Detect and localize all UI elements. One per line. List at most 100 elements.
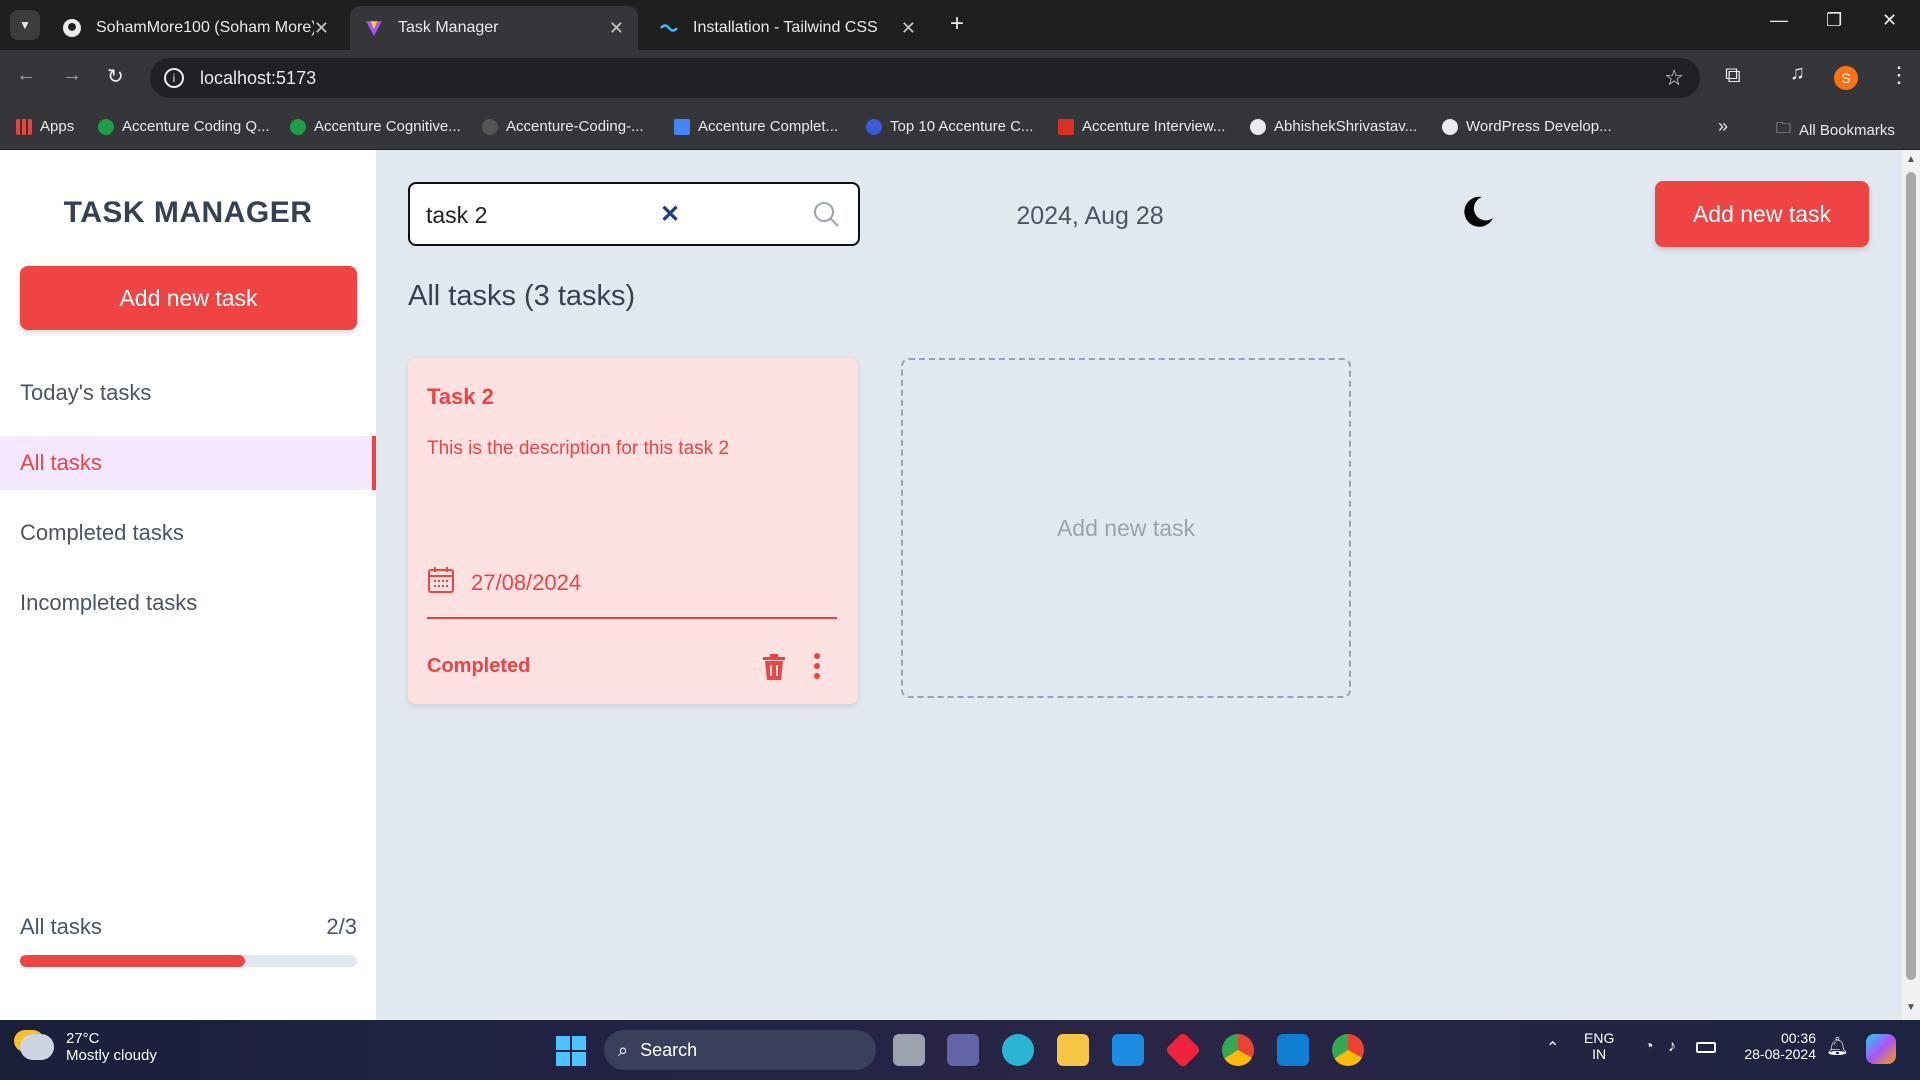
- menu-icon[interactable]: ⋮: [1888, 62, 1910, 88]
- task-date: 27/08/2024: [427, 566, 581, 600]
- battery-icon[interactable]: [1696, 1042, 1716, 1053]
- search-box[interactable]: task 2 ✕: [408, 182, 860, 246]
- docs-icon: [674, 118, 690, 135]
- task-status[interactable]: Completed: [427, 655, 530, 678]
- progress-bar: [20, 955, 357, 967]
- chrome-profile-icon[interactable]: [1332, 1034, 1364, 1066]
- more-options-icon[interactable]: [813, 651, 821, 686]
- browser-tab-strip: ▼ SohamMore100 (Soham More) ✕ Task Manag…: [0, 0, 1920, 50]
- add-task-button-header[interactable]: Add new task: [1655, 181, 1869, 247]
- nav-all-tasks[interactable]: All tasks: [0, 436, 376, 490]
- app-title: TASK MANAGER: [63, 196, 313, 229]
- divider: [427, 617, 837, 619]
- add-task-button-sidebar[interactable]: Add new task: [20, 266, 357, 330]
- scroll-up-icon[interactable]: ▲: [1906, 154, 1916, 165]
- page-scrollbar[interactable]: ▲ ▼: [1902, 150, 1920, 1020]
- bookmark-item[interactable]: Accenture Cognitive...: [290, 118, 461, 135]
- close-icon[interactable]: ✕: [314, 18, 329, 39]
- bookmark-item[interactable]: Accenture-Coding-...: [482, 118, 644, 135]
- bookmark-item[interactable]: WordPress Develop...: [1442, 118, 1612, 135]
- reload-icon[interactable]: ↻: [107, 64, 124, 89]
- trash-icon[interactable]: [762, 653, 786, 686]
- edge-icon[interactable]: [1002, 1034, 1034, 1066]
- chevron-up-icon[interactable]: ⌃: [1546, 1038, 1559, 1058]
- nav-completed-tasks[interactable]: Completed tasks: [0, 506, 376, 560]
- more-bookmarks-icon[interactable]: »: [1718, 116, 1728, 137]
- add-new-task-card[interactable]: Add new task: [901, 358, 1351, 698]
- tailwind-icon: [659, 18, 679, 38]
- search-icon[interactable]: [812, 200, 840, 233]
- calendar-icon: [427, 566, 455, 600]
- windows-start-icon[interactable]: [556, 1036, 586, 1071]
- tab-title: SohamMore100 (Soham More): [96, 19, 314, 36]
- page-heading: All tasks (3 tasks): [408, 280, 636, 312]
- tab-search-button[interactable]: ▼: [10, 10, 40, 40]
- bookmark-item[interactable]: Accenture Complet...: [674, 118, 838, 135]
- tab-task-manager[interactable]: Task Manager ✕: [350, 6, 638, 50]
- github-icon: [1250, 118, 1266, 135]
- bookmarks-bar: Apps Accenture Coding Q... Accenture Cog…: [0, 106, 1920, 150]
- vscode-icon[interactable]: [1277, 1034, 1309, 1066]
- site-info-icon[interactable]: i: [164, 68, 184, 88]
- teams-icon[interactable]: [947, 1034, 979, 1066]
- bookmark-item[interactable]: Accenture Interview...: [1058, 118, 1225, 135]
- close-icon[interactable]: ✕: [901, 18, 916, 39]
- language-indicator[interactable]: ENG IN: [1584, 1030, 1614, 1062]
- task-card[interactable]: Task 2 This is the description for this …: [408, 358, 858, 704]
- clear-search-icon[interactable]: ✕: [660, 200, 680, 229]
- tab-github[interactable]: SohamMore100 (Soham More) ✕: [48, 6, 343, 50]
- task-view-icon[interactable]: [893, 1034, 925, 1066]
- bookmark-favicon: [866, 118, 882, 135]
- profile-avatar[interactable]: S: [1834, 66, 1858, 90]
- progress-fill: [20, 955, 245, 967]
- wifi-icon[interactable]: ◔: [1644, 1038, 1654, 1056]
- copilot-icon[interactable]: [1866, 1034, 1896, 1064]
- bookmark-item[interactable]: AbhishekShrivastav...: [1250, 118, 1417, 135]
- scroll-down-icon[interactable]: ▼: [1906, 1002, 1916, 1013]
- close-icon[interactable]: ✕: [609, 18, 624, 39]
- bookmark-favicon: [1442, 118, 1458, 135]
- taskbar-search[interactable]: ⌕ Search: [604, 1030, 876, 1070]
- clock[interactable]: 00:36 28-08-2024: [1732, 1030, 1816, 1062]
- close-window-button[interactable]: ✕: [1882, 10, 1897, 31]
- apps-grid-icon: [16, 118, 32, 135]
- extensions-icon[interactable]: ⧉: [1725, 62, 1741, 88]
- url-text: localhost:5173: [200, 67, 317, 88]
- chrome-icon[interactable]: [1222, 1034, 1254, 1066]
- bookmark-item[interactable]: Accenture Coding Q...: [98, 118, 270, 135]
- media-icon[interactable]: ♫: [1790, 62, 1805, 85]
- nav-today-tasks[interactable]: Today's tasks: [0, 366, 376, 420]
- nav-incompleted-tasks[interactable]: Incompleted tasks: [0, 576, 376, 630]
- tab-title: Installation - Tailwind CSS: [693, 19, 878, 36]
- browser-toolbar: ← → ↻ i localhost:5173 ☆ ⧉ ♫ S ⋮: [0, 50, 1920, 106]
- search-input[interactable]: task 2: [426, 202, 487, 229]
- address-bar[interactable]: i localhost:5173 ☆: [150, 58, 1700, 98]
- new-tab-button[interactable]: +: [950, 10, 964, 38]
- bookmark-item[interactable]: Top 10 Accenture C...: [866, 118, 1033, 135]
- task-title: Task 2: [427, 384, 494, 409]
- mail-icon[interactable]: [1112, 1034, 1144, 1066]
- moon-icon[interactable]: [1460, 194, 1496, 235]
- cloud-sun-icon: [20, 1034, 54, 1060]
- bookmark-item[interactable]: Apps: [16, 118, 74, 135]
- folder-icon: 🗀: [1776, 120, 1792, 137]
- weather-widget[interactable]: 27°C Mostly cloudy: [20, 1030, 157, 1064]
- notification-bell-icon[interactable]: 🔔︎: [1826, 1036, 1849, 1057]
- windows-taskbar: 27°C Mostly cloudy ⌕ Search ⌃ ENG IN ◔ ♪…: [0, 1020, 1920, 1080]
- bookmark-favicon: [98, 118, 114, 135]
- file-explorer-icon[interactable]: [1057, 1034, 1089, 1066]
- tab-title: Task Manager: [398, 19, 499, 36]
- git-icon[interactable]: [1164, 1031, 1202, 1069]
- volume-icon[interactable]: ♪: [1668, 1038, 1676, 1056]
- forward-icon[interactable]: →: [62, 64, 82, 87]
- tab-tailwind[interactable]: Installation - Tailwind CSS ✕: [645, 6, 930, 50]
- vite-icon: [364, 18, 384, 38]
- back-icon[interactable]: ←: [16, 64, 36, 87]
- app-page: TASK MANAGER Add new task Today's tasks …: [0, 150, 1902, 1020]
- all-bookmarks[interactable]: 🗀 All Bookmarks: [1776, 118, 1895, 143]
- scroll-thumb[interactable]: [1906, 172, 1916, 980]
- restore-button[interactable]: ❐: [1826, 10, 1842, 31]
- minimize-button[interactable]: —: [1770, 10, 1788, 31]
- task-description: This is the description for this task 2: [427, 438, 730, 459]
- bookmark-star-icon[interactable]: ☆: [1664, 65, 1684, 91]
